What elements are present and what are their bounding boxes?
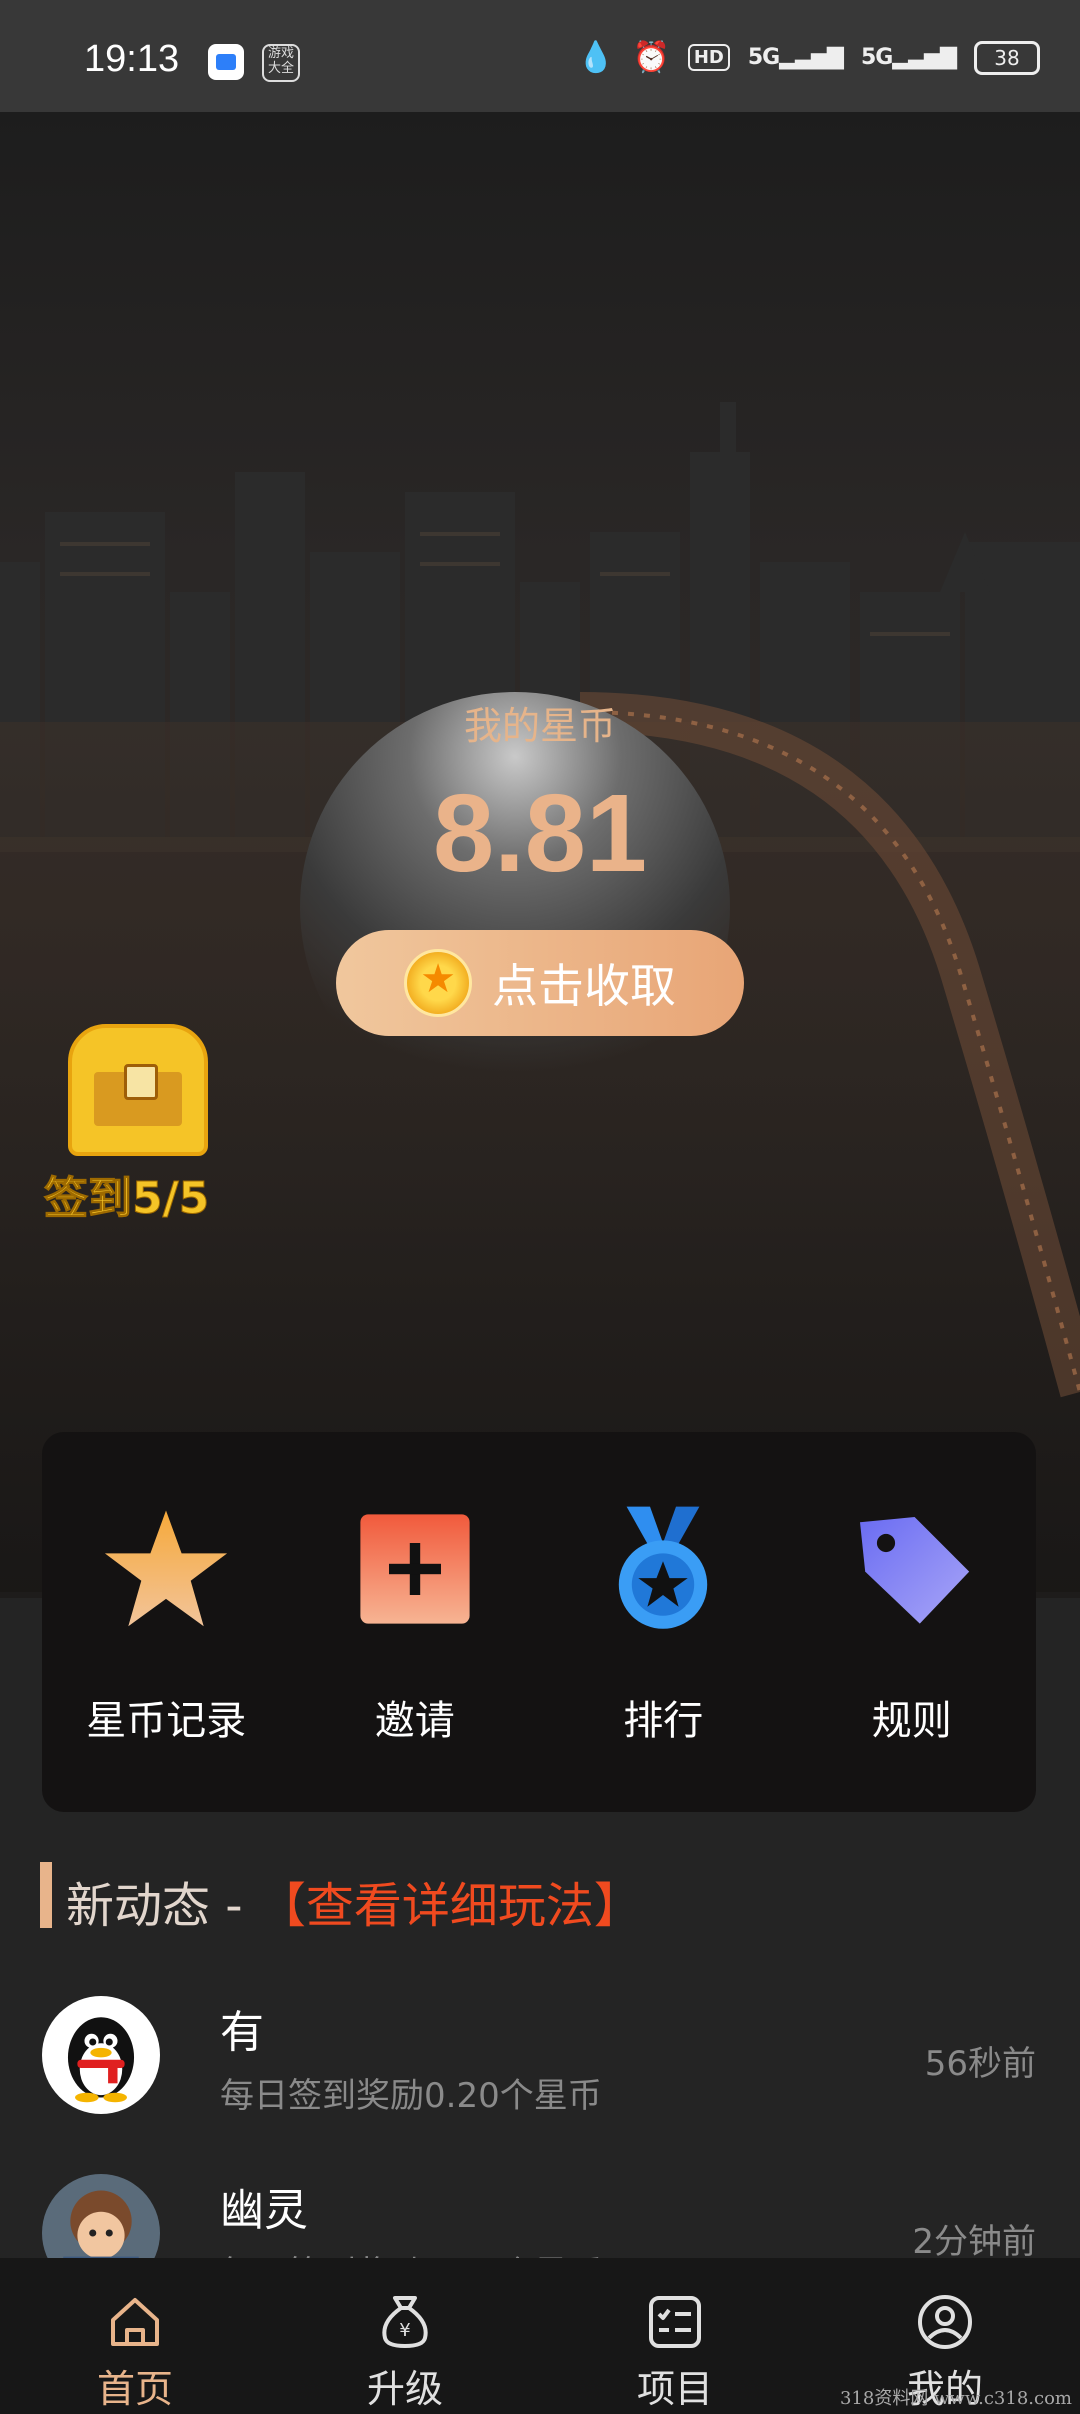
watermark: 318资料网 www.c318.com xyxy=(839,2388,1072,2409)
menu-item-invite[interactable]: 邀请 xyxy=(291,1432,540,1812)
news-title-prefix: 新动态 - xyxy=(66,1878,258,1934)
home-icon xyxy=(111,2298,159,2346)
menu-label: 排行 xyxy=(623,1698,704,1744)
tab-label: 首页 xyxy=(96,2367,173,2411)
svg-text:¥: ¥ xyxy=(399,2320,410,2341)
status-icons: 💧 ⏰ HD 5G▂▃▅▇ 5G▂▃▅▇ 38 xyxy=(577,40,1040,75)
bottom-tab-bar: 首页 ¥ 升级 项目 我的 318资料网 www.c318.com xyxy=(0,2258,1080,2414)
checklist-icon xyxy=(649,2296,701,2348)
quick-menu: 星币记录 邀请 排行 规则 xyxy=(42,1432,1036,1812)
tab-label: 升级 xyxy=(366,2367,443,2411)
alarm-icon: ⏰ xyxy=(632,40,670,75)
menu-label: 规则 xyxy=(871,1698,952,1744)
chest-lock xyxy=(124,1064,158,1100)
news-user-name: 幽灵 xyxy=(220,2185,308,2236)
qq-penguin-avatar xyxy=(42,1996,160,2114)
news-user-name: 有 xyxy=(220,2007,264,2058)
tab-home[interactable]: 首页 xyxy=(0,2258,270,2414)
menu-item-rules[interactable]: 规则 xyxy=(788,1432,1037,1812)
signal-icon-1: 5G▂▃▅▇ xyxy=(747,45,844,70)
status-bar: 19:13 游戏 大全 💧 ⏰ HD 5G▂▃▅▇ 5G▂▃▅▇ 38 xyxy=(0,0,1080,112)
signal-icon-2: 5G▂▃▅▇ xyxy=(860,45,957,70)
news-description: 每日签到奖励0.20个星币 xyxy=(220,2076,602,2116)
news-timestamp: 56秒前 xyxy=(924,2044,1036,2084)
menu-label: 星币记录 xyxy=(86,1698,247,1744)
news-timestamp: 2分钟前 xyxy=(912,2222,1036,2262)
game-center-icon: 游戏 大全 xyxy=(262,44,300,82)
list-item: 有 每日签到奖励0.20个星币 56秒前 xyxy=(0,1996,1080,2166)
medal-icon xyxy=(619,1506,708,1629)
menu-label: 邀请 xyxy=(374,1698,455,1744)
moon-glow xyxy=(300,692,730,1122)
battery-icon: 38 xyxy=(974,40,1040,75)
water-drop-icon: 💧 xyxy=(577,40,615,75)
status-time: 19:13 xyxy=(84,38,180,80)
tab-projects[interactable]: 项目 xyxy=(540,2258,810,2414)
notification-app-icon xyxy=(208,44,244,80)
my-stars-label: 我的星币 xyxy=(463,704,616,748)
menu-item-star-records[interactable]: 星币记录 xyxy=(42,1432,291,1812)
tag-icon xyxy=(859,1517,969,1624)
news-section-title: 新动态 - 【查看详细玩法】 xyxy=(66,1866,642,1936)
collect-button-label: 点击收取 xyxy=(492,959,676,1013)
my-stars-value: 8.81 xyxy=(432,772,648,895)
hd-badge: HD xyxy=(687,44,730,71)
tab-label: 项目 xyxy=(636,2367,713,2411)
star-icon xyxy=(105,1510,228,1627)
user-circle-icon xyxy=(918,2295,972,2349)
plus-icon xyxy=(360,1514,470,1624)
money-bag-icon: ¥ xyxy=(382,2296,428,2348)
collect-button[interactable]: ★ 点击收取 xyxy=(336,930,744,1036)
treasure-chest-icon[interactable] xyxy=(68,1024,208,1156)
tab-upgrade[interactable]: ¥ 升级 xyxy=(270,2258,540,2414)
coin-icon: ★ xyxy=(404,949,472,1017)
menu-item-ranking[interactable]: 排行 xyxy=(539,1432,788,1812)
checkin-progress[interactable]: 签到5/5 xyxy=(43,1162,209,1226)
view-rules-link[interactable]: 【查看详细玩法】 xyxy=(258,1878,642,1934)
section-accent-bar xyxy=(40,1862,52,1928)
